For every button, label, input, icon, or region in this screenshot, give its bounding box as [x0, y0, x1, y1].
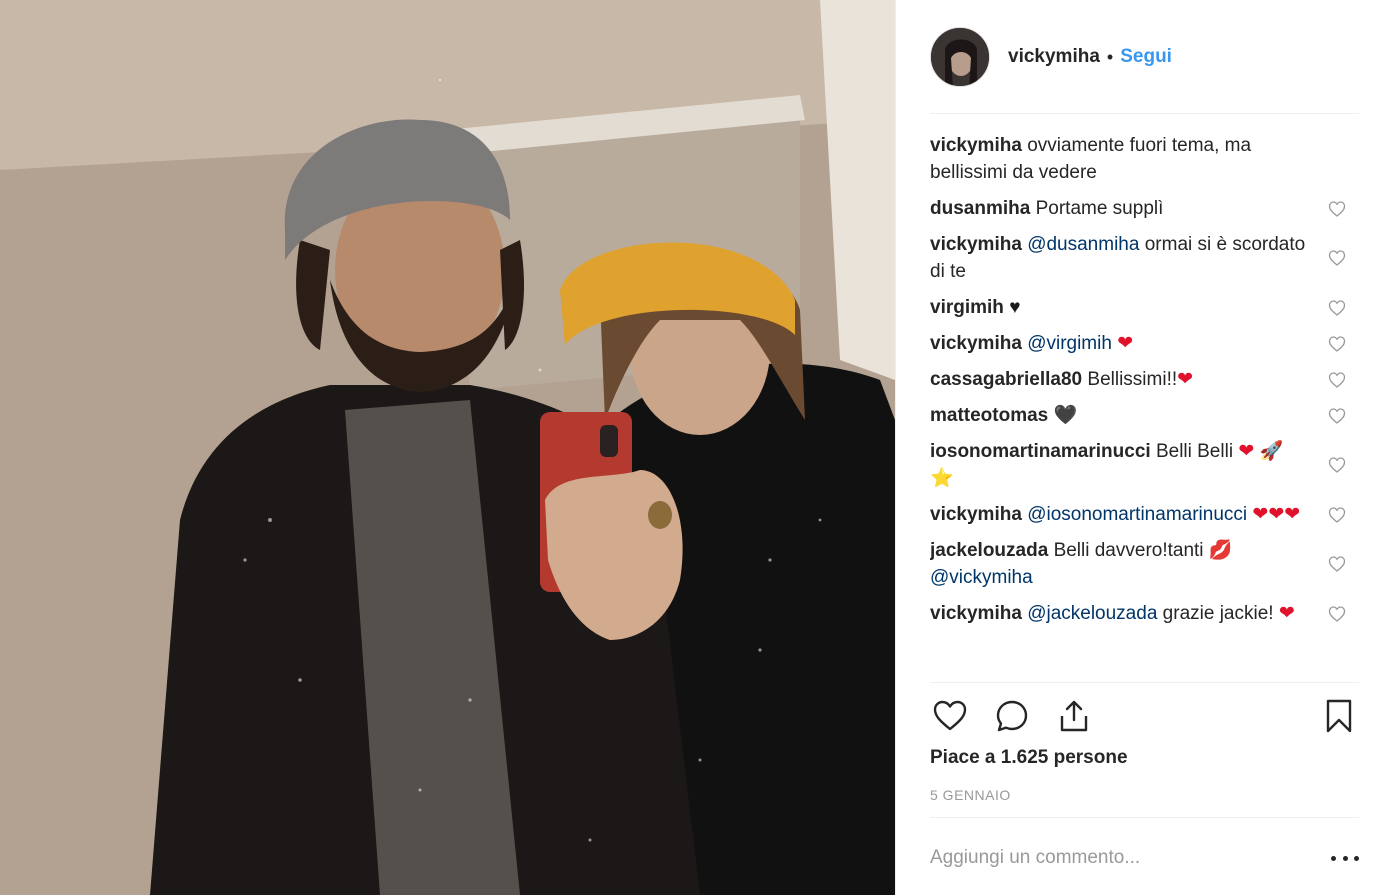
comment-text: grazie jackie! [1157, 603, 1279, 624]
comment-emoji: ❤ [1117, 333, 1134, 354]
comment-like-heart-icon[interactable] [1328, 605, 1346, 623]
comment-mention[interactable]: @iosonomartinamarinucci [1027, 504, 1247, 525]
comment-like-heart-icon[interactable] [1328, 299, 1346, 317]
comments-list: vickymiha ovviamente fuori tema, ma bell… [930, 132, 1348, 682]
comment-author[interactable]: vickymiha [930, 135, 1022, 156]
comment-author[interactable]: jackelouzada [930, 540, 1048, 561]
comment-like-heart-icon[interactable] [1328, 506, 1346, 524]
add-comment-input[interactable] [930, 838, 1310, 878]
comment-emoji: 🚀 [1259, 441, 1284, 462]
comment-author[interactable]: cassagabriella80 [930, 369, 1082, 390]
post-photo [0, 0, 895, 895]
comment-item: vickymiha @virgimih ❤ [930, 330, 1348, 357]
comment-emoji: ❤ [1177, 369, 1194, 390]
comment-item: vickymiha @jackelouzada grazie jackie! ❤ [930, 600, 1348, 627]
post-header: vickymiha • Segui [930, 25, 1359, 89]
comment-emoji: ⭐ [930, 468, 954, 489]
comment-text: Bellissimi!! [1087, 369, 1178, 390]
comment-like-heart-icon[interactable] [1328, 555, 1346, 573]
likes-count[interactable]: Piace a 1.625 persone [930, 747, 1128, 769]
bookmark-icon[interactable] [1319, 696, 1359, 736]
comment-text: Belli davvero!tanti [1053, 540, 1209, 561]
comment-like-heart-icon[interactable] [1328, 371, 1346, 389]
comment-mention[interactable]: @virgimih [1027, 333, 1112, 354]
comment-emoji: ❤ [1238, 441, 1255, 462]
comment-emoji: 🖤 [1053, 405, 1078, 426]
post-date: 5 GENNAIO [930, 787, 1011, 803]
comment-author[interactable]: virgimih [930, 297, 1004, 318]
comment-item: cassagabriella80 Bellissimi!!❤ [930, 366, 1348, 393]
comment-emoji: ❤ [1278, 603, 1295, 624]
comment-author[interactable]: matteotomas [930, 405, 1048, 426]
header-divider [930, 113, 1359, 114]
more-dot [1354, 855, 1359, 861]
comment-mention[interactable]: @jackelouzada [1027, 603, 1157, 624]
comment-input-divider [930, 817, 1359, 818]
more-dot [1331, 855, 1336, 861]
comment-item: vickymiha @iosonomartinamarinucci ❤❤❤ [930, 501, 1348, 528]
comment-item: matteotomas 🖤 [930, 402, 1348, 429]
comment-author[interactable]: vickymiha [930, 504, 1022, 525]
comment-mention[interactable]: @dusanmiha [1027, 234, 1139, 255]
comment-author[interactable]: vickymiha [930, 603, 1022, 624]
share-upload-icon[interactable] [1054, 696, 1094, 736]
comment-like-heart-icon[interactable] [1328, 335, 1346, 353]
post-username[interactable]: vickymiha [1008, 46, 1100, 68]
heart-outline-icon[interactable] [930, 696, 970, 736]
post-side-panel: vickymiha • Segui vickymiha ovviamente f… [895, 0, 1379, 895]
comment-like-heart-icon[interactable] [1328, 407, 1346, 425]
comment-item: vickymiha ovviamente fuori tema, ma bell… [930, 132, 1348, 186]
comment-emoji: ❤❤❤ [1252, 504, 1301, 525]
actions-divider [930, 682, 1359, 683]
comment-emoji: ♥ [1009, 297, 1021, 318]
comment-author[interactable]: dusanmiha [930, 198, 1030, 219]
more-options-icon[interactable] [1331, 848, 1359, 868]
avatar[interactable] [930, 27, 990, 87]
comment-item: vickymiha @dusanmiha ormai si è scordato… [930, 231, 1348, 285]
comment-like-heart-icon[interactable] [1328, 456, 1346, 474]
comment-text: Portame supplì [1035, 198, 1164, 219]
comment-item: virgimih ♥ [930, 294, 1348, 321]
comment-emoji: 💋 [1208, 540, 1233, 561]
header-separator: • [1106, 46, 1114, 67]
comment-author[interactable]: vickymiha [930, 333, 1022, 354]
comment-like-heart-icon[interactable] [1328, 200, 1346, 218]
action-bar [930, 694, 1359, 738]
comment-item: iosonomartinamarinucci Belli Belli ❤ 🚀 ⭐ [930, 438, 1348, 492]
comment-author[interactable]: vickymiha [930, 234, 1022, 255]
comment-like-heart-icon[interactable] [1328, 249, 1346, 267]
comment-item: dusanmiha Portame supplì [930, 195, 1348, 222]
speech-bubble-icon[interactable] [992, 696, 1032, 736]
comment-item: jackelouzada Belli davvero!tanti 💋 @vick… [930, 537, 1348, 591]
comment-mention[interactable]: @vickymiha [930, 567, 1033, 588]
comment-text: Belli Belli [1155, 441, 1239, 462]
more-dot [1342, 855, 1348, 861]
follow-button[interactable]: Segui [1120, 46, 1172, 68]
comment-author[interactable]: iosonomartinamarinucci [930, 441, 1151, 462]
